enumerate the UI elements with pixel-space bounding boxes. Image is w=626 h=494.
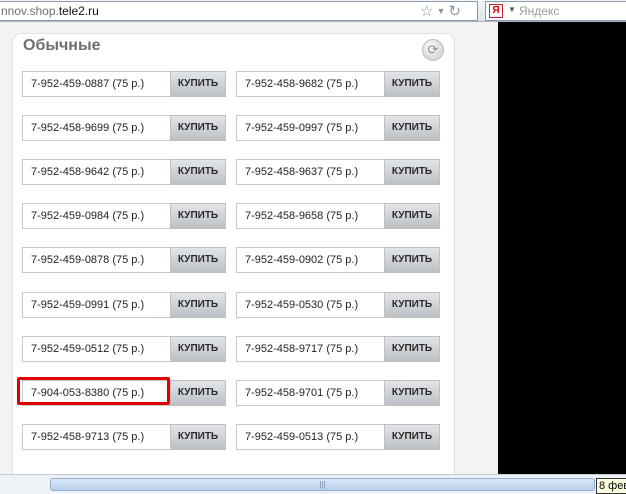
phone-number-field: 7-952-458-9637 (75 р.) (236, 159, 384, 185)
number-row: 7-952-459-0902 (75 р.) КУПИТЬ (236, 247, 440, 273)
phone-number-field: 7-952-459-0512 (75 р.) (22, 336, 170, 362)
buy-button[interactable]: КУПИТЬ (170, 424, 226, 450)
number-row: 7-952-459-0878 (75 р.) КУПИТЬ (22, 247, 226, 273)
phone-number-field: 7-952-458-9682 (75 р.) (236, 71, 384, 97)
yandex-icon[interactable]: Я (489, 4, 503, 18)
phone-number-field: 7-952-458-9713 (75 р.) (22, 424, 170, 450)
dropdown-arrow-icon[interactable]: ▼ (436, 3, 445, 20)
scrollbar-thumb[interactable]: ||| (50, 478, 595, 491)
buy-button[interactable]: КУПИТЬ (384, 203, 440, 229)
buy-button[interactable]: КУПИТЬ (384, 380, 440, 406)
number-row: 7-952-459-0530 (75 р.) КУПИТЬ (236, 292, 440, 318)
browser-toolbar: nnov.shop.tele2.ru ☆ ▼ ↻ Я ▼ Яндекс (0, 0, 626, 22)
phone-number-field: 7-952-459-0513 (75 р.) (236, 424, 384, 450)
number-row: 7-952-458-9642 (75 р.) КУПИТЬ (22, 159, 226, 185)
phone-number-field: 7-952-459-0887 (75 р.) (22, 71, 170, 97)
search-engine-dropdown-icon[interactable]: ▼ (508, 5, 516, 14)
horizontal-scrollbar[interactable]: ||| (0, 474, 626, 494)
url-text: nnov.shop.tele2.ru (1, 4, 99, 18)
phone-number-field: 7-952-459-0984 (75 р.) (22, 203, 170, 229)
buy-button[interactable]: КУПИТЬ (384, 115, 440, 141)
refresh-button[interactable]: ⟳ (422, 39, 444, 61)
buy-button[interactable]: КУПИТЬ (170, 71, 226, 97)
number-row: 7-952-458-9699 (75 р.) КУПИТЬ (22, 115, 226, 141)
number-row: 7-952-459-0513 (75 р.) КУПИТЬ (236, 424, 440, 450)
black-panel (498, 22, 626, 474)
number-row: 7-952-458-9717 (75 р.) КУПИТЬ (236, 336, 440, 362)
address-bar[interactable]: nnov.shop.tele2.ru ☆ ▼ ↻ (0, 1, 478, 21)
search-placeholder: Яндекс (519, 4, 560, 18)
phone-number-field: 7-904-053-8380 (75 р.) (22, 380, 170, 406)
phone-number-field: 7-952-459-0902 (75 р.) (236, 247, 384, 273)
phone-number-field: 7-952-459-0878 (75 р.) (22, 247, 170, 273)
number-row: 7-952-459-0997 (75 р.) КУПИТЬ (236, 115, 440, 141)
phone-number-field: 7-952-458-9717 (75 р.) (236, 336, 384, 362)
buy-button[interactable]: КУПИТЬ (384, 336, 440, 362)
buy-button[interactable]: КУПИТЬ (384, 71, 440, 97)
page-content: Обычные ⟳ 7-952-459-0887 (75 р.) КУПИТЬ 7-… (0, 22, 498, 474)
number-row: 7-952-459-0512 (75 р.) КУПИТЬ (22, 336, 226, 362)
number-row: 7-952-459-0984 (75 р.) КУПИТЬ (22, 203, 226, 229)
buy-button[interactable]: КУПИТЬ (170, 203, 226, 229)
number-row: 7-952-458-9682 (75 р.) КУПИТЬ (236, 71, 440, 97)
refresh-icon: ⟳ (427, 42, 439, 57)
number-row: 7-952-458-9658 (75 р.) КУПИТЬ (236, 203, 440, 229)
search-input[interactable]: Я ▼ Яндекс (485, 1, 626, 21)
phone-number-field: 7-952-458-9699 (75 р.) (22, 115, 170, 141)
phone-number-field: 7-952-459-0530 (75 р.) (236, 292, 384, 318)
number-row: 7-952-459-0887 (75 р.) КУПИТЬ (22, 71, 226, 97)
date-tooltip: 8 фев (596, 478, 626, 494)
number-row: 7-904-053-8380 (75 р.) КУПИТЬ (22, 380, 226, 406)
buy-button[interactable]: КУПИТЬ (384, 247, 440, 273)
buy-button[interactable]: КУПИТЬ (170, 292, 226, 318)
buy-button[interactable]: КУПИТЬ (170, 380, 226, 406)
phone-number-field: 7-952-459-0997 (75 р.) (236, 115, 384, 141)
buy-button[interactable]: КУПИТЬ (384, 424, 440, 450)
section-title: Обычные (23, 37, 101, 54)
buy-button[interactable]: КУПИТЬ (170, 336, 226, 362)
phone-number-field: 7-952-458-9642 (75 р.) (22, 159, 170, 185)
buy-button[interactable]: КУПИТЬ (170, 115, 226, 141)
reload-icon[interactable]: ↻ (448, 3, 461, 20)
buy-button[interactable]: КУПИТЬ (170, 247, 226, 273)
number-row: 7-952-458-9713 (75 р.) КУПИТЬ (22, 424, 226, 450)
phone-number-field: 7-952-458-9701 (75 р.) (236, 380, 384, 406)
bookmark-star-icon[interactable]: ☆ (420, 3, 433, 20)
buy-button[interactable]: КУПИТЬ (384, 159, 440, 185)
number-row: 7-952-458-9701 (75 р.) КУПИТЬ (236, 380, 440, 406)
buy-button[interactable]: КУПИТЬ (384, 292, 440, 318)
number-row: 7-952-459-0991 (75 р.) КУПИТЬ (22, 292, 226, 318)
buy-button[interactable]: КУПИТЬ (170, 159, 226, 185)
number-row: 7-952-458-9637 (75 р.) КУПИТЬ (236, 159, 440, 185)
phone-number-field: 7-952-459-0991 (75 р.) (22, 292, 170, 318)
page-margin (472, 22, 498, 474)
phone-number-field: 7-952-458-9658 (75 р.) (236, 203, 384, 229)
